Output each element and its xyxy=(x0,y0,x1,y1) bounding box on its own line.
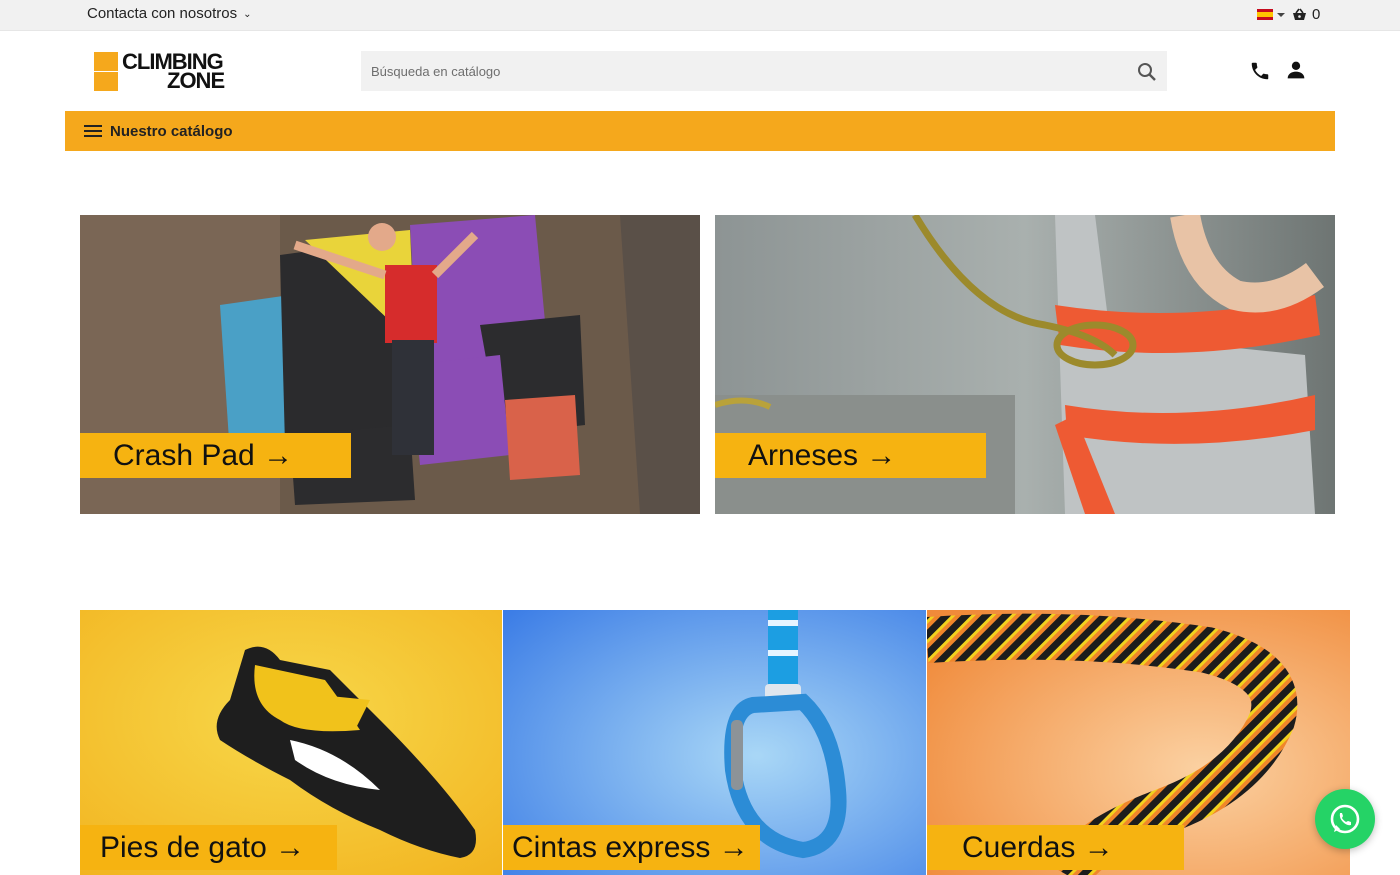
contact-dropdown[interactable]: Contacta con nosotros ⌄ xyxy=(87,5,251,22)
catalog-menu-bar[interactable]: Nuestro catálogo xyxy=(65,111,1335,151)
basket-icon xyxy=(1293,8,1306,20)
flag-icon xyxy=(1257,9,1273,20)
phone-icon[interactable] xyxy=(1249,60,1271,82)
chevron-down-icon: ⌄ xyxy=(243,8,252,20)
search-box xyxy=(361,51,1167,91)
banner-cintas-express[interactable]: Cintas express → xyxy=(503,610,926,875)
search-input[interactable] xyxy=(361,51,1121,91)
whatsapp-icon xyxy=(1330,804,1360,834)
crash-pad-label: Crash Pad → xyxy=(113,438,294,472)
banner-label-tag: Pies de gato → xyxy=(80,825,337,870)
menu-icon xyxy=(84,125,102,137)
site-logo[interactable]: CLIMBING ZONE xyxy=(94,50,246,92)
banner-cuerdas[interactable]: Cuerdas → xyxy=(927,610,1350,875)
cintas-express-label: Cintas express → xyxy=(512,830,749,864)
banner-label-tag: Crash Pad → xyxy=(80,433,351,478)
banner-crash-pad[interactable]: Crash Pad → xyxy=(80,215,700,514)
banner-arneses[interactable]: Arneses → xyxy=(715,215,1335,514)
logo-wordmark: CLIMBING ZONE xyxy=(122,49,225,93)
top-bar: Contacta con nosotros ⌄ 0 xyxy=(0,0,1400,31)
user-icon[interactable] xyxy=(1286,60,1306,80)
language-selector[interactable] xyxy=(1257,9,1285,20)
pies-de-gato-label: Pies de gato → xyxy=(100,830,306,864)
banner-label-tag: Arneses → xyxy=(715,433,986,478)
cuerdas-label: Cuerdas → xyxy=(962,830,1114,864)
cart-count: 0 xyxy=(1312,6,1321,23)
banner-pies-de-gato[interactable]: Pies de gato → xyxy=(80,610,502,875)
caret-down-icon xyxy=(1277,12,1285,17)
cart-button[interactable]: 0 xyxy=(1292,6,1320,23)
contact-label: Contacta con nosotros xyxy=(87,5,238,22)
whatsapp-button[interactable] xyxy=(1315,789,1375,849)
logo-mark xyxy=(94,51,118,91)
catalog-menu-label: Nuestro catálogo xyxy=(110,122,233,140)
banner-label-tag: Cuerdas → xyxy=(927,825,1184,870)
search-icon[interactable] xyxy=(1137,62,1157,82)
arneses-label: Arneses → xyxy=(748,438,897,472)
banner-label-tag: Cintas express → xyxy=(503,825,760,870)
